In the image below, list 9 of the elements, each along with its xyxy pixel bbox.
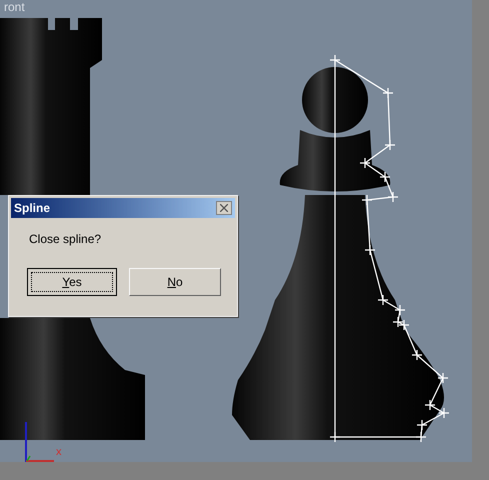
axis-label: x — [56, 446, 62, 458]
close-button[interactable] — [216, 201, 232, 215]
close-icon — [220, 204, 228, 212]
window-title: Spline — [14, 200, 50, 217]
axis-gizmo-icon — [25, 422, 54, 462]
dialog-button[interactable]: Yes — [27, 268, 117, 296]
dialog-message: Close spline? — [29, 231, 102, 248]
dialog-button[interactable]: No — [129, 268, 221, 296]
viewport-label: ront — [4, 0, 25, 14]
